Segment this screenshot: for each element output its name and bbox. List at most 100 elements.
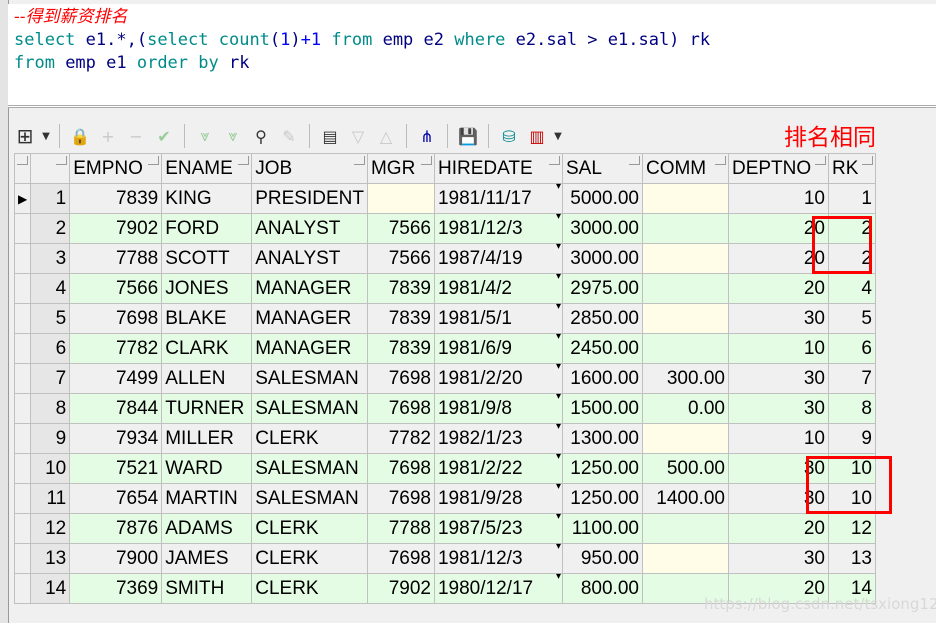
cell-empno[interactable]: 7782 [69, 333, 163, 364]
cell-sal[interactable]: 1100.00 [561, 513, 643, 544]
cell-empno[interactable]: 7900 [69, 543, 163, 574]
cell-comm[interactable]: 500.00 [641, 453, 729, 484]
row-number[interactable]: 13 [30, 543, 71, 574]
cell-ename[interactable]: ALLEN [161, 363, 253, 394]
cell-hiredate[interactable]: 1982/1/23 [433, 422, 563, 454]
table-row[interactable]: 77499ALLENSALESMAN76981981/2/201600.0030… [13, 362, 876, 394]
cell-sal[interactable]: 1250.00 [561, 483, 643, 514]
row-number[interactable]: 6 [30, 333, 71, 364]
cell-rk[interactable]: 5 [827, 303, 876, 334]
cell-mgr[interactable]: 7839 [366, 333, 435, 364]
cell-comm[interactable] [641, 183, 729, 214]
add-icon[interactable]: + [97, 127, 119, 146]
cell-mgr[interactable] [366, 183, 435, 214]
cell-hiredate[interactable]: 1981/5/1 [433, 302, 563, 334]
cell-empno[interactable]: 7499 [69, 363, 163, 394]
column-header-mgr[interactable]: MGR [366, 153, 435, 184]
cell-job[interactable]: ANALYST [251, 213, 368, 244]
cell-job[interactable]: SALESMAN [251, 453, 368, 484]
column-header-deptno[interactable]: DEPTNO [727, 153, 829, 184]
cell-empno[interactable]: 7876 [69, 513, 163, 544]
cell-job[interactable]: CLERK [251, 573, 368, 604]
cell-comm[interactable] [641, 513, 729, 544]
tree-icon[interactable]: ⋔ [416, 127, 438, 146]
row-number[interactable]: 4 [30, 273, 71, 304]
cell-empno[interactable]: 7698 [69, 303, 163, 334]
cell-sal[interactable]: 3000.00 [561, 243, 643, 274]
cell-mgr[interactable]: 7839 [366, 303, 435, 334]
cell-hiredate[interactable]: 1981/9/28 [433, 482, 563, 514]
cell-hiredate[interactable]: 1980/12/17 [433, 572, 563, 604]
cell-empno[interactable]: 7788 [69, 243, 163, 274]
cell-empno[interactable]: 7369 [69, 573, 163, 604]
cell-deptno[interactable]: 30 [727, 363, 829, 394]
cell-empno[interactable]: 7934 [69, 423, 163, 454]
column-header-job[interactable]: JOB [251, 153, 368, 184]
column-header-rk[interactable]: RK [827, 153, 876, 184]
cell-comm[interactable] [641, 543, 729, 574]
column-header-ename[interactable]: ENAME [161, 153, 253, 184]
cell-comm[interactable]: 0.00 [641, 393, 729, 424]
remove-icon[interactable]: − [125, 127, 147, 146]
row-number[interactable]: 11 [30, 483, 71, 514]
cell-rk[interactable]: 13 [827, 543, 876, 574]
save-icon[interactable]: 💾 [457, 127, 479, 146]
cell-empno[interactable]: 7521 [69, 453, 163, 484]
cell-rk[interactable]: 12 [827, 513, 876, 544]
table-row[interactable]: 97934MILLERCLERK77821982/1/231300.00109 [13, 422, 876, 454]
cell-rk[interactable]: 6 [827, 333, 876, 364]
cell-hiredate[interactable]: 1981/2/22 [433, 452, 563, 484]
cell-job[interactable]: ANALYST [251, 243, 368, 274]
cell-empno[interactable]: 7902 [69, 213, 163, 244]
lock-icon[interactable]: 🔒 [69, 127, 91, 146]
cell-ename[interactable]: KING [161, 183, 253, 214]
cell-sal[interactable]: 2450.00 [561, 333, 643, 364]
cell-comm[interactable] [641, 273, 729, 304]
sql-editor[interactable]: --得到薪资排名 select e1.*,(select count(1)+1 … [8, 4, 936, 108]
cell-deptno[interactable]: 10 [727, 183, 829, 214]
cell-job[interactable]: MANAGER [251, 273, 368, 304]
row-number[interactable]: 14 [30, 573, 71, 604]
cell-rk[interactable]: 7 [827, 363, 876, 394]
cell-mgr[interactable]: 7566 [366, 243, 435, 274]
table-row[interactable]: 37788SCOTTANALYST75661987/4/193000.00202 [13, 242, 876, 274]
cell-mgr[interactable]: 7782 [366, 423, 435, 454]
export-icon[interactable]: ▤ [319, 127, 341, 146]
cell-ename[interactable]: BLAKE [161, 303, 253, 334]
cell-ename[interactable]: WARD [161, 453, 253, 484]
cell-deptno[interactable]: 10 [727, 333, 829, 364]
cell-comm[interactable] [641, 243, 729, 274]
cell-comm[interactable]: 1400.00 [641, 483, 729, 514]
cell-hiredate[interactable]: 1981/11/17 [433, 182, 563, 214]
cell-rk[interactable]: 1 [827, 183, 876, 214]
cell-sal[interactable]: 1300.00 [561, 423, 643, 454]
cell-job[interactable]: SALESMAN [251, 483, 368, 514]
table-row[interactable]: 27902FORDANALYST75661981/12/33000.00202 [13, 212, 876, 244]
down-icon[interactable]: ▽ [347, 127, 369, 146]
row-number[interactable]: 1 [30, 183, 71, 214]
cell-sal[interactable]: 2850.00 [561, 303, 643, 334]
cell-job[interactable]: CLERK [251, 543, 368, 574]
cell-deptno[interactable]: 10 [727, 423, 829, 454]
clear-icon[interactable]: ✎ [278, 127, 300, 146]
column-header-comm[interactable]: COMM [641, 153, 729, 184]
row-number[interactable]: 7 [30, 363, 71, 394]
up-icon[interactable]: △ [375, 127, 397, 146]
cell-job[interactable]: CLERK [251, 513, 368, 544]
cell-ename[interactable]: JONES [161, 273, 253, 304]
cell-ename[interactable]: MILLER [161, 423, 253, 454]
column-header-hiredate[interactable]: HIREDATE [433, 153, 563, 184]
cell-mgr[interactable]: 7698 [366, 543, 435, 574]
table-row[interactable]: 57698BLAKEMANAGER78391981/5/12850.00305 [13, 302, 876, 334]
cell-ename[interactable]: CLARK [161, 333, 253, 364]
row-number[interactable]: 12 [30, 513, 71, 544]
grid-layout-icon[interactable]: ⊞ [14, 124, 36, 148]
dropdown-icon[interactable]: ▼ [42, 131, 50, 142]
cell-comm[interactable] [641, 333, 729, 364]
cell-sal[interactable]: 1250.00 [561, 453, 643, 484]
cell-sal[interactable]: 1600.00 [561, 363, 643, 394]
cell-comm[interactable]: 300.00 [641, 363, 729, 394]
cell-mgr[interactable]: 7839 [366, 273, 435, 304]
row-number[interactable]: 3 [30, 243, 71, 274]
row-number[interactable]: 5 [30, 303, 71, 334]
